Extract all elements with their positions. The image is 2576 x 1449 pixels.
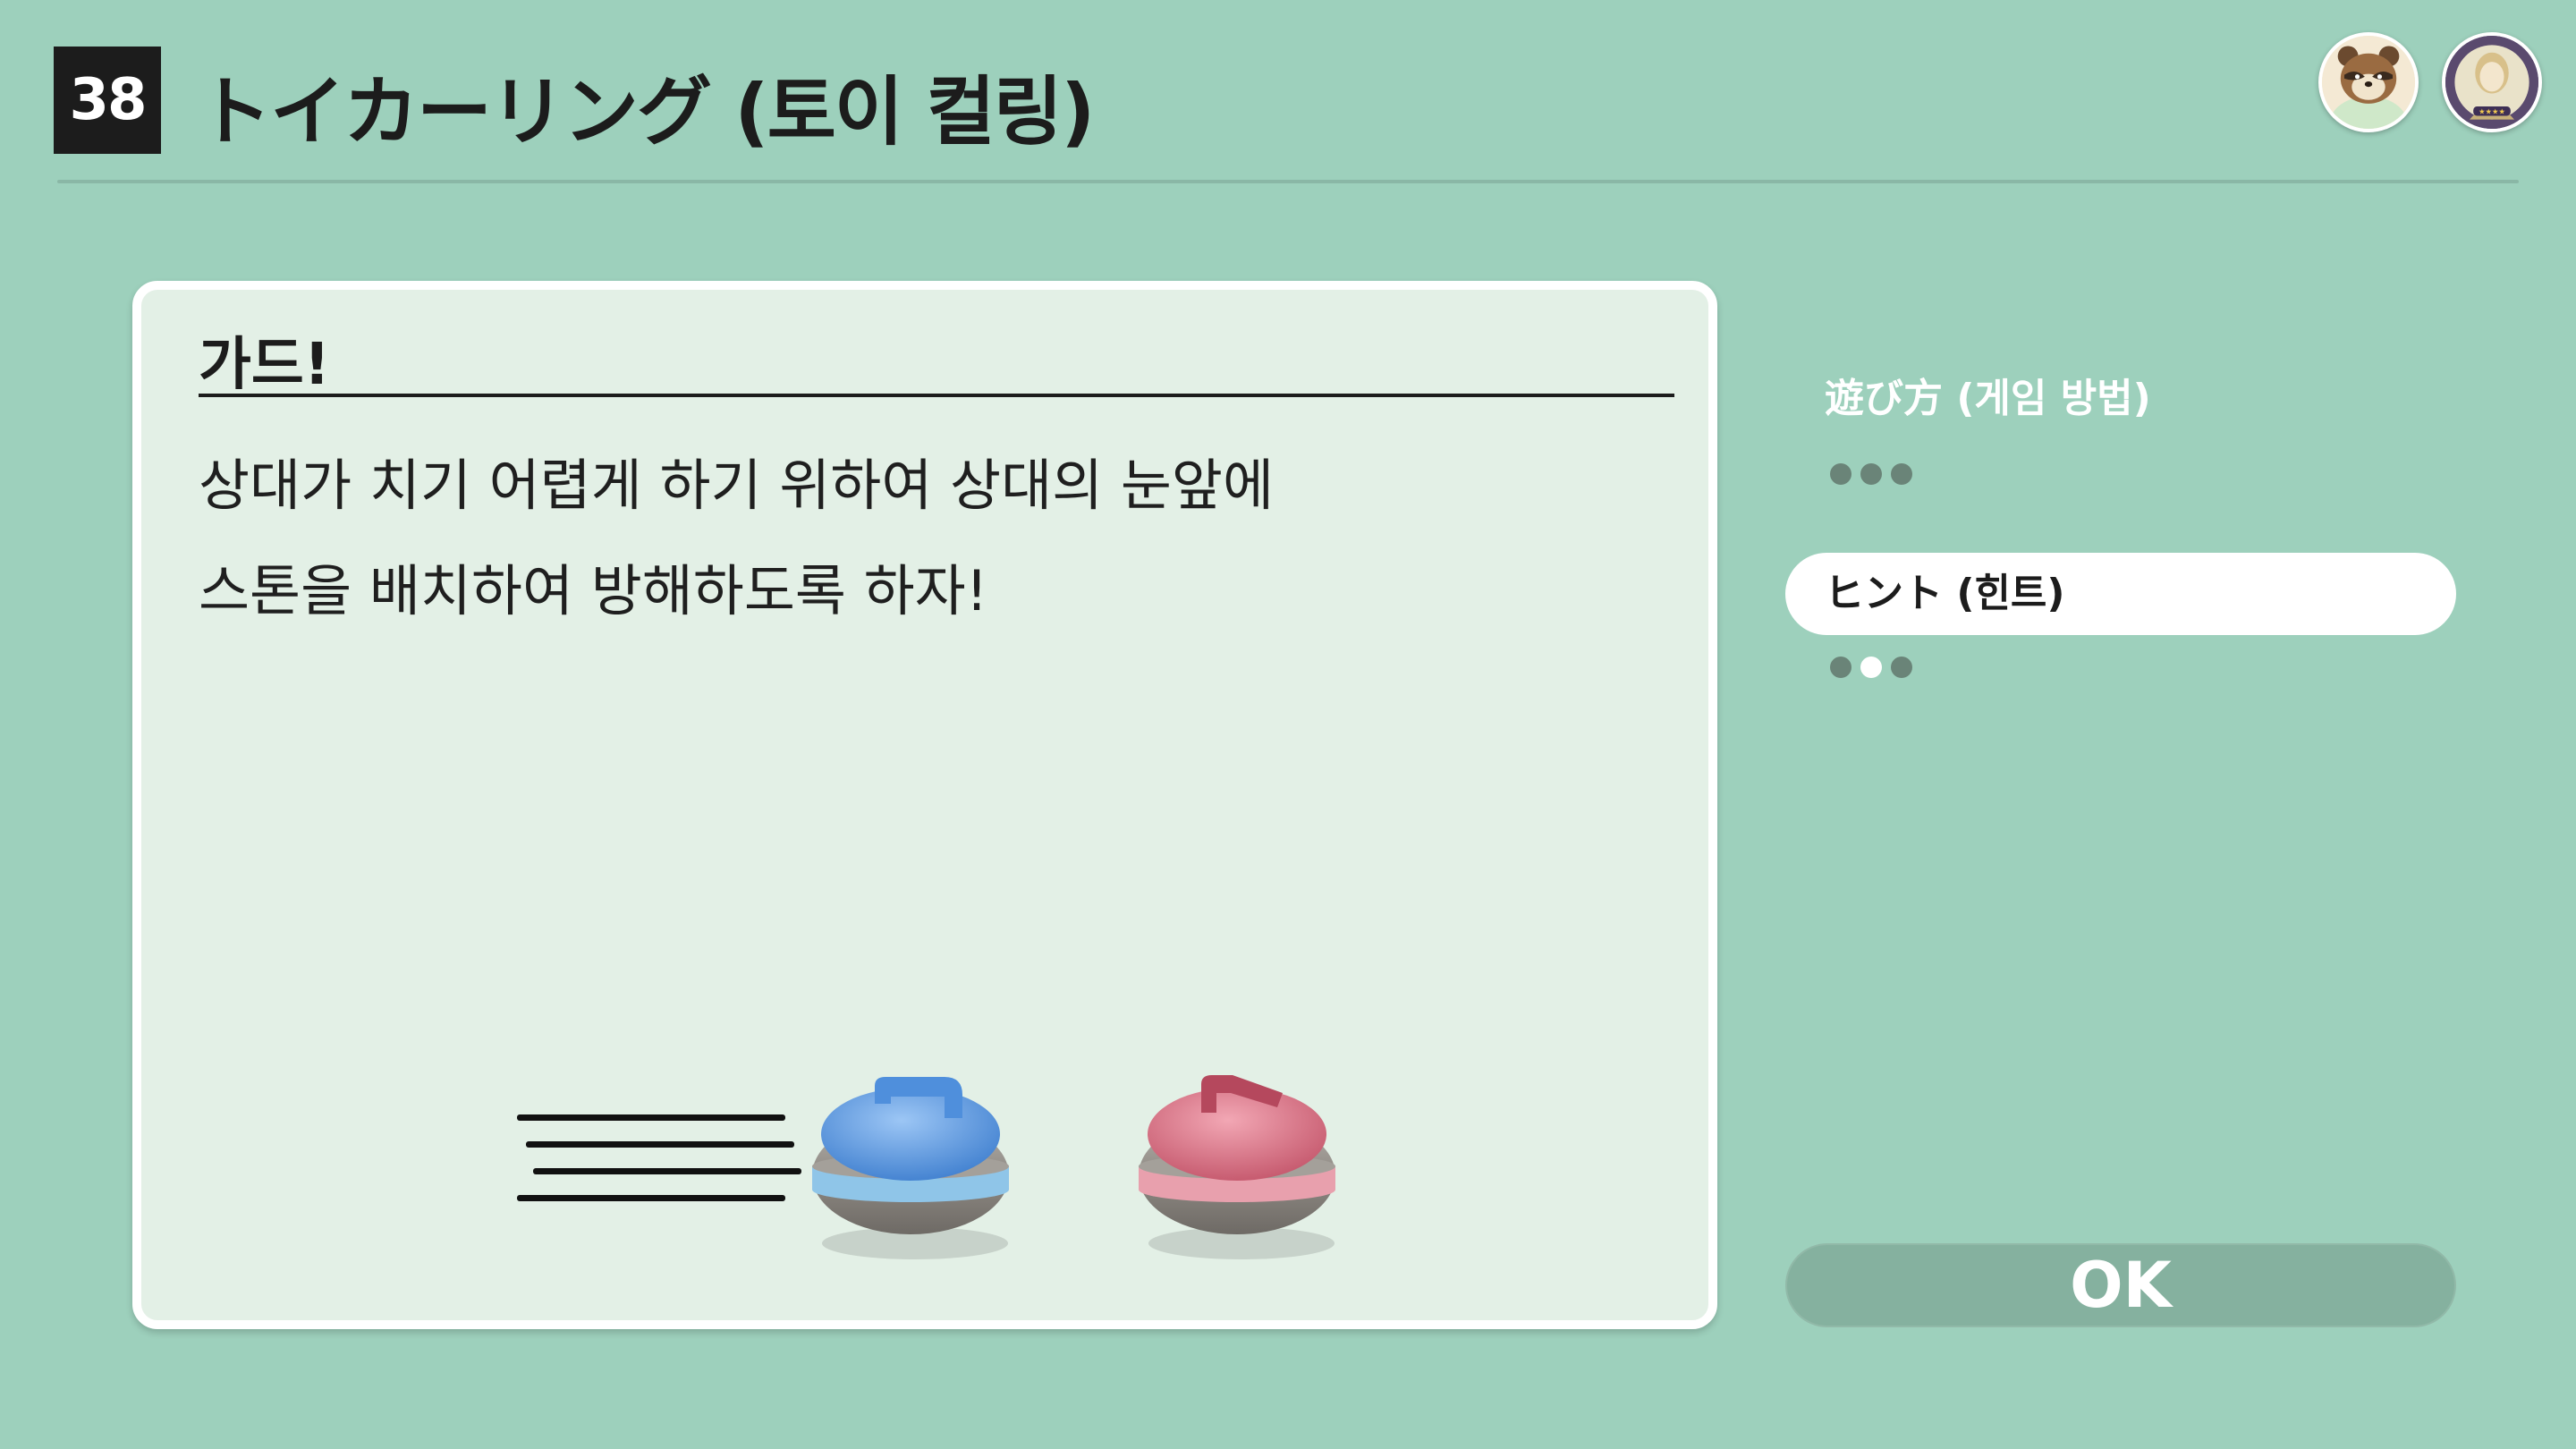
hint-line-1: 상대가 치기 어렵게 하기 위하여 상대의 눈앞에 [199,453,1275,518]
red-curling-stone-icon [1139,1075,1335,1259]
hint-card: 가드! 상대가 치기 어렵게 하기 위하여 상대의 눈앞에 스톤을 배치하여 방… [132,281,1717,1329]
header: 38 トイカーリング (토이 컬링) ★★★★ [0,0,2576,188]
game-number-badge: 38 [54,47,161,154]
page-indicator [1830,657,1912,678]
game-title: トイカーリング (토이 컬링) [197,68,1095,156]
hint-line-2: 스톤을 배치하여 방해하도록 하자! [199,558,988,623]
page-dot [1860,463,1882,485]
menu-item-hint[interactable]: ヒント (힌트) [1785,553,2456,635]
menu-item-label: ヒント (힌트) [1825,571,2065,616]
ok-button[interactable]: OK [1785,1243,2456,1327]
menu-item-how-to-play[interactable]: 遊び方 (게임 방법) [1785,358,2456,440]
page-dot [1891,657,1912,678]
page-dot [1830,463,1852,485]
curling-illustration [517,1041,1411,1309]
hint-heading: 가드! [199,332,330,398]
raccoon-avatar-icon[interactable] [2318,32,2419,132]
page-indicator [1830,463,1912,485]
page-dot [1830,657,1852,678]
page-dot [1891,463,1912,485]
page-dot-active [1860,657,1882,678]
blue-curling-stone-icon [812,1077,1009,1259]
player-avatar-icon[interactable]: ★★★★ [2442,32,2542,132]
header-divider [57,180,2519,183]
heading-divider [199,394,1674,397]
hint-description: 상대가 치기 어렵게 하기 위하여 상대의 눈앞에 스톤을 배치하여 방해하도록… [199,433,1648,644]
svg-text:★★★★: ★★★★ [2479,106,2505,115]
motion-lines-icon [517,1114,801,1201]
menu-item-label: 遊び方 (게임 방법) [1825,376,2151,421]
